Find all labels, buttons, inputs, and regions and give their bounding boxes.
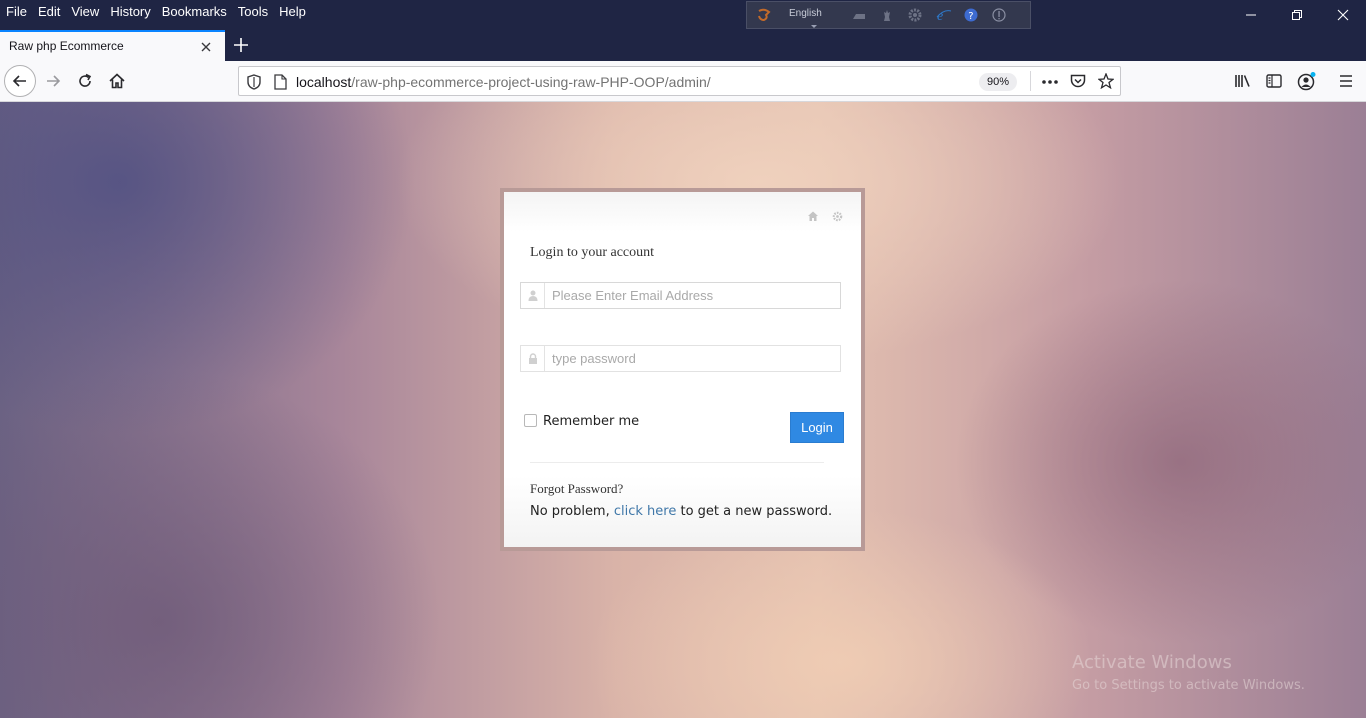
page-content: Login to your account Remember me Login … (0, 102, 1366, 718)
tab-strip: Raw php Ecommerce (0, 30, 1366, 61)
lock-icon (521, 346, 545, 371)
shield-icon[interactable] (247, 74, 261, 93)
svg-text:?: ? (968, 11, 973, 22)
email-input[interactable] (546, 283, 840, 308)
reload-icon (79, 73, 92, 87)
forward-button[interactable] (37, 65, 69, 97)
restore-icon (1292, 10, 1302, 20)
url-text[interactable]: localhost/raw-php-ecommerce-project-usin… (296, 74, 711, 90)
extension-logo-icon[interactable] (757, 8, 771, 22)
help-icon[interactable]: ? (964, 8, 978, 22)
menu-edit[interactable]: Edit (38, 4, 60, 19)
menu-bar: File Edit View History Bookmarks Tools H… (0, 0, 317, 22)
windows-activation-title: Activate Windows (1072, 652, 1232, 673)
menu-view[interactable]: View (71, 4, 99, 19)
home-icon[interactable] (807, 210, 819, 222)
url-host: localhost (296, 74, 352, 90)
back-icon (12, 75, 26, 87)
back-button[interactable] (4, 65, 36, 97)
reload-button[interactable] (69, 65, 101, 97)
divider (530, 462, 824, 463)
menu-file[interactable]: File (6, 4, 27, 19)
forgot-password-title: Forgot Password? (530, 481, 624, 496)
page-icon[interactable] (274, 74, 287, 93)
menu-help[interactable]: Help (279, 4, 306, 19)
restore-button[interactable] (1274, 0, 1320, 30)
tab-close-icon[interactable] (199, 40, 213, 54)
forgot-password-text: No problem, click here to get a new pass… (530, 504, 832, 519)
account-icon[interactable] (1297, 71, 1317, 94)
navigation-toolbar: localhost/raw-php-ecommerce-project-usin… (0, 61, 1366, 102)
settings-icon[interactable] (908, 8, 922, 22)
more-icon[interactable] (1041, 74, 1059, 93)
extension-toolbar: English e ? (746, 1, 1031, 29)
login-box: Login to your account Remember me Login … (500, 188, 865, 551)
remember-me-label[interactable]: Remember me (543, 414, 639, 429)
pocket-icon[interactable] (1070, 73, 1086, 92)
login-button[interactable]: Login (790, 412, 844, 443)
chess-piece-icon[interactable] (880, 8, 894, 22)
forgot-suffix: to get a new password. (676, 504, 833, 519)
menu-bookmarks[interactable]: Bookmarks (162, 4, 227, 19)
settings-icon[interactable] (832, 210, 843, 222)
minimize-icon (1246, 14, 1256, 16)
user-icon (521, 283, 545, 308)
plus-icon (234, 38, 248, 52)
hamburger-menu-icon[interactable] (1338, 73, 1354, 92)
info-icon[interactable] (992, 8, 1006, 22)
tab-title: Raw php Ecommerce (9, 39, 124, 53)
new-tab-button[interactable] (231, 35, 251, 55)
home-button[interactable] (101, 65, 133, 97)
remember-me-checkbox[interactable] (524, 414, 537, 427)
sidebar-icon[interactable] (1266, 73, 1282, 92)
url-path: /raw-php-ecommerce-project-using-raw-PHP… (351, 74, 711, 90)
password-input[interactable] (546, 346, 840, 371)
forward-icon (47, 75, 61, 87)
url-separator (1030, 71, 1031, 91)
title-bar: File Edit View History Bookmarks Tools H… (0, 0, 1366, 30)
minimize-button[interactable] (1228, 0, 1274, 30)
tab-active[interactable]: Raw php Ecommerce (0, 30, 225, 61)
close-icon (1337, 9, 1349, 21)
menu-history[interactable]: History (110, 4, 150, 19)
zoom-level-badge[interactable]: 90% (979, 73, 1017, 91)
star-icon[interactable] (1097, 72, 1115, 92)
language-selector[interactable]: English (789, 8, 822, 28)
forgot-password-link[interactable]: click here (614, 504, 676, 519)
login-panel: Login to your account Remember me Login … (504, 192, 861, 547)
ie-browser-icon[interactable]: e (936, 8, 951, 24)
menu-tools[interactable]: Tools (238, 4, 268, 19)
library-icon[interactable] (1234, 73, 1252, 92)
url-bar[interactable]: localhost/raw-php-ecommerce-project-usin… (238, 66, 1121, 96)
forgot-prefix: No problem, (530, 504, 614, 519)
home-icon (109, 73, 125, 89)
close-window-button[interactable] (1320, 0, 1366, 30)
eraser-icon[interactable] (852, 8, 866, 22)
windows-activation-subtitle: Go to Settings to activate Windows. (1072, 678, 1305, 693)
email-input-group (520, 282, 841, 309)
login-title: Login to your account (530, 245, 655, 260)
password-input-group (520, 345, 841, 372)
